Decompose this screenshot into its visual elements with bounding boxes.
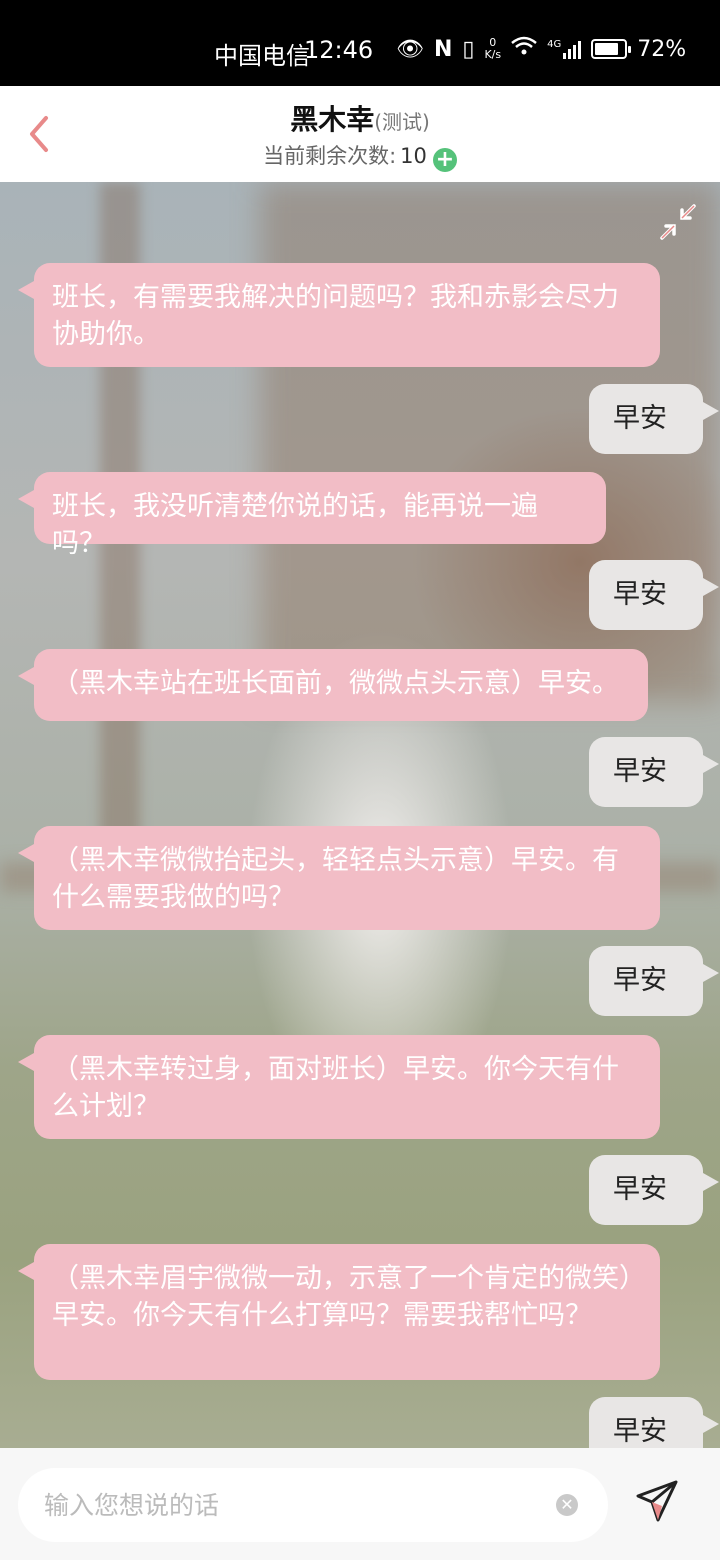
- message-input[interactable]: [44, 1484, 544, 1526]
- collapse-button[interactable]: [658, 202, 698, 242]
- remaining-count-row: 当前剩余次数: 10 +: [0, 140, 720, 172]
- message-user[interactable]: 早安: [589, 946, 719, 1016]
- message-user[interactable]: 早安: [589, 384, 719, 454]
- status-icons: 👁 N ▯ 0 K/s 4G 72%: [396, 36, 686, 62]
- character-name: 黑木幸: [290, 103, 375, 136]
- message-user[interactable]: 早安: [589, 1155, 719, 1225]
- send-button[interactable]: [632, 1478, 680, 1526]
- message-ai[interactable]: （黑木幸微微抬起头，轻轻点头示意）早安。有什么需要我做的吗？: [18, 826, 660, 930]
- message-user[interactable]: 早安: [589, 560, 719, 630]
- nfc-icon: N: [433, 36, 453, 62]
- message-user[interactable]: 早安: [589, 737, 719, 807]
- remaining-label: 当前剩余次数:: [263, 144, 397, 168]
- signal-icon: 4G: [547, 39, 582, 59]
- message-user[interactable]: 早安: [589, 1397, 719, 1448]
- network-type: 4G: [547, 39, 562, 50]
- chat-area[interactable]: 班长，有需要我解决的问题吗？我和赤影会尽力协助你。 早安 班长，我没听清楚你说的…: [0, 182, 720, 1448]
- status-bar: 中国电信 12:46 👁 N ▯ 0 K/s 4G 72%: [0, 0, 720, 86]
- message-input-wrapper[interactable]: ✕: [18, 1468, 608, 1542]
- carrier-name: 中国电信: [214, 42, 310, 70]
- send-icon: [636, 1480, 678, 1522]
- net-speed: 0 K/s: [484, 37, 501, 61]
- clear-input-button[interactable]: ✕: [556, 1494, 578, 1516]
- add-count-button[interactable]: +: [432, 148, 457, 172]
- collapse-arrows-icon: [660, 204, 696, 240]
- message-ai[interactable]: （黑木幸眉宇微微一动，示意了一个肯定的微笑）早安。你今天有什么打算吗？需要我帮忙…: [18, 1244, 660, 1380]
- battery-percent: 72%: [637, 36, 687, 62]
- net-speed-unit: K/s: [484, 48, 502, 61]
- title-row: 黑木幸(测试): [0, 98, 720, 138]
- vibrate-icon: ▯: [462, 36, 475, 62]
- wifi-icon: [511, 36, 537, 62]
- title-tag: (测试): [374, 110, 430, 134]
- message-ai[interactable]: （黑木幸站在班长面前，微微点头示意）早安。: [18, 649, 648, 721]
- eye-icon: 👁: [396, 36, 424, 62]
- status-time: 12:46: [304, 36, 374, 64]
- input-bar: ✕: [0, 1448, 720, 1560]
- chat-header: 黑木幸(测试) 当前剩余次数: 10 +: [0, 86, 720, 182]
- message-ai[interactable]: 班长，我没听清楚你说的话，能再说一遍吗？: [18, 472, 606, 559]
- battery-icon: [591, 39, 632, 59]
- message-ai[interactable]: （黑木幸转过身，面对班长）早安。你今天有什么计划？: [18, 1035, 660, 1139]
- remaining-count: 10: [400, 144, 427, 168]
- message-ai[interactable]: 班长，有需要我解决的问题吗？我和赤影会尽力协助你。: [18, 263, 660, 367]
